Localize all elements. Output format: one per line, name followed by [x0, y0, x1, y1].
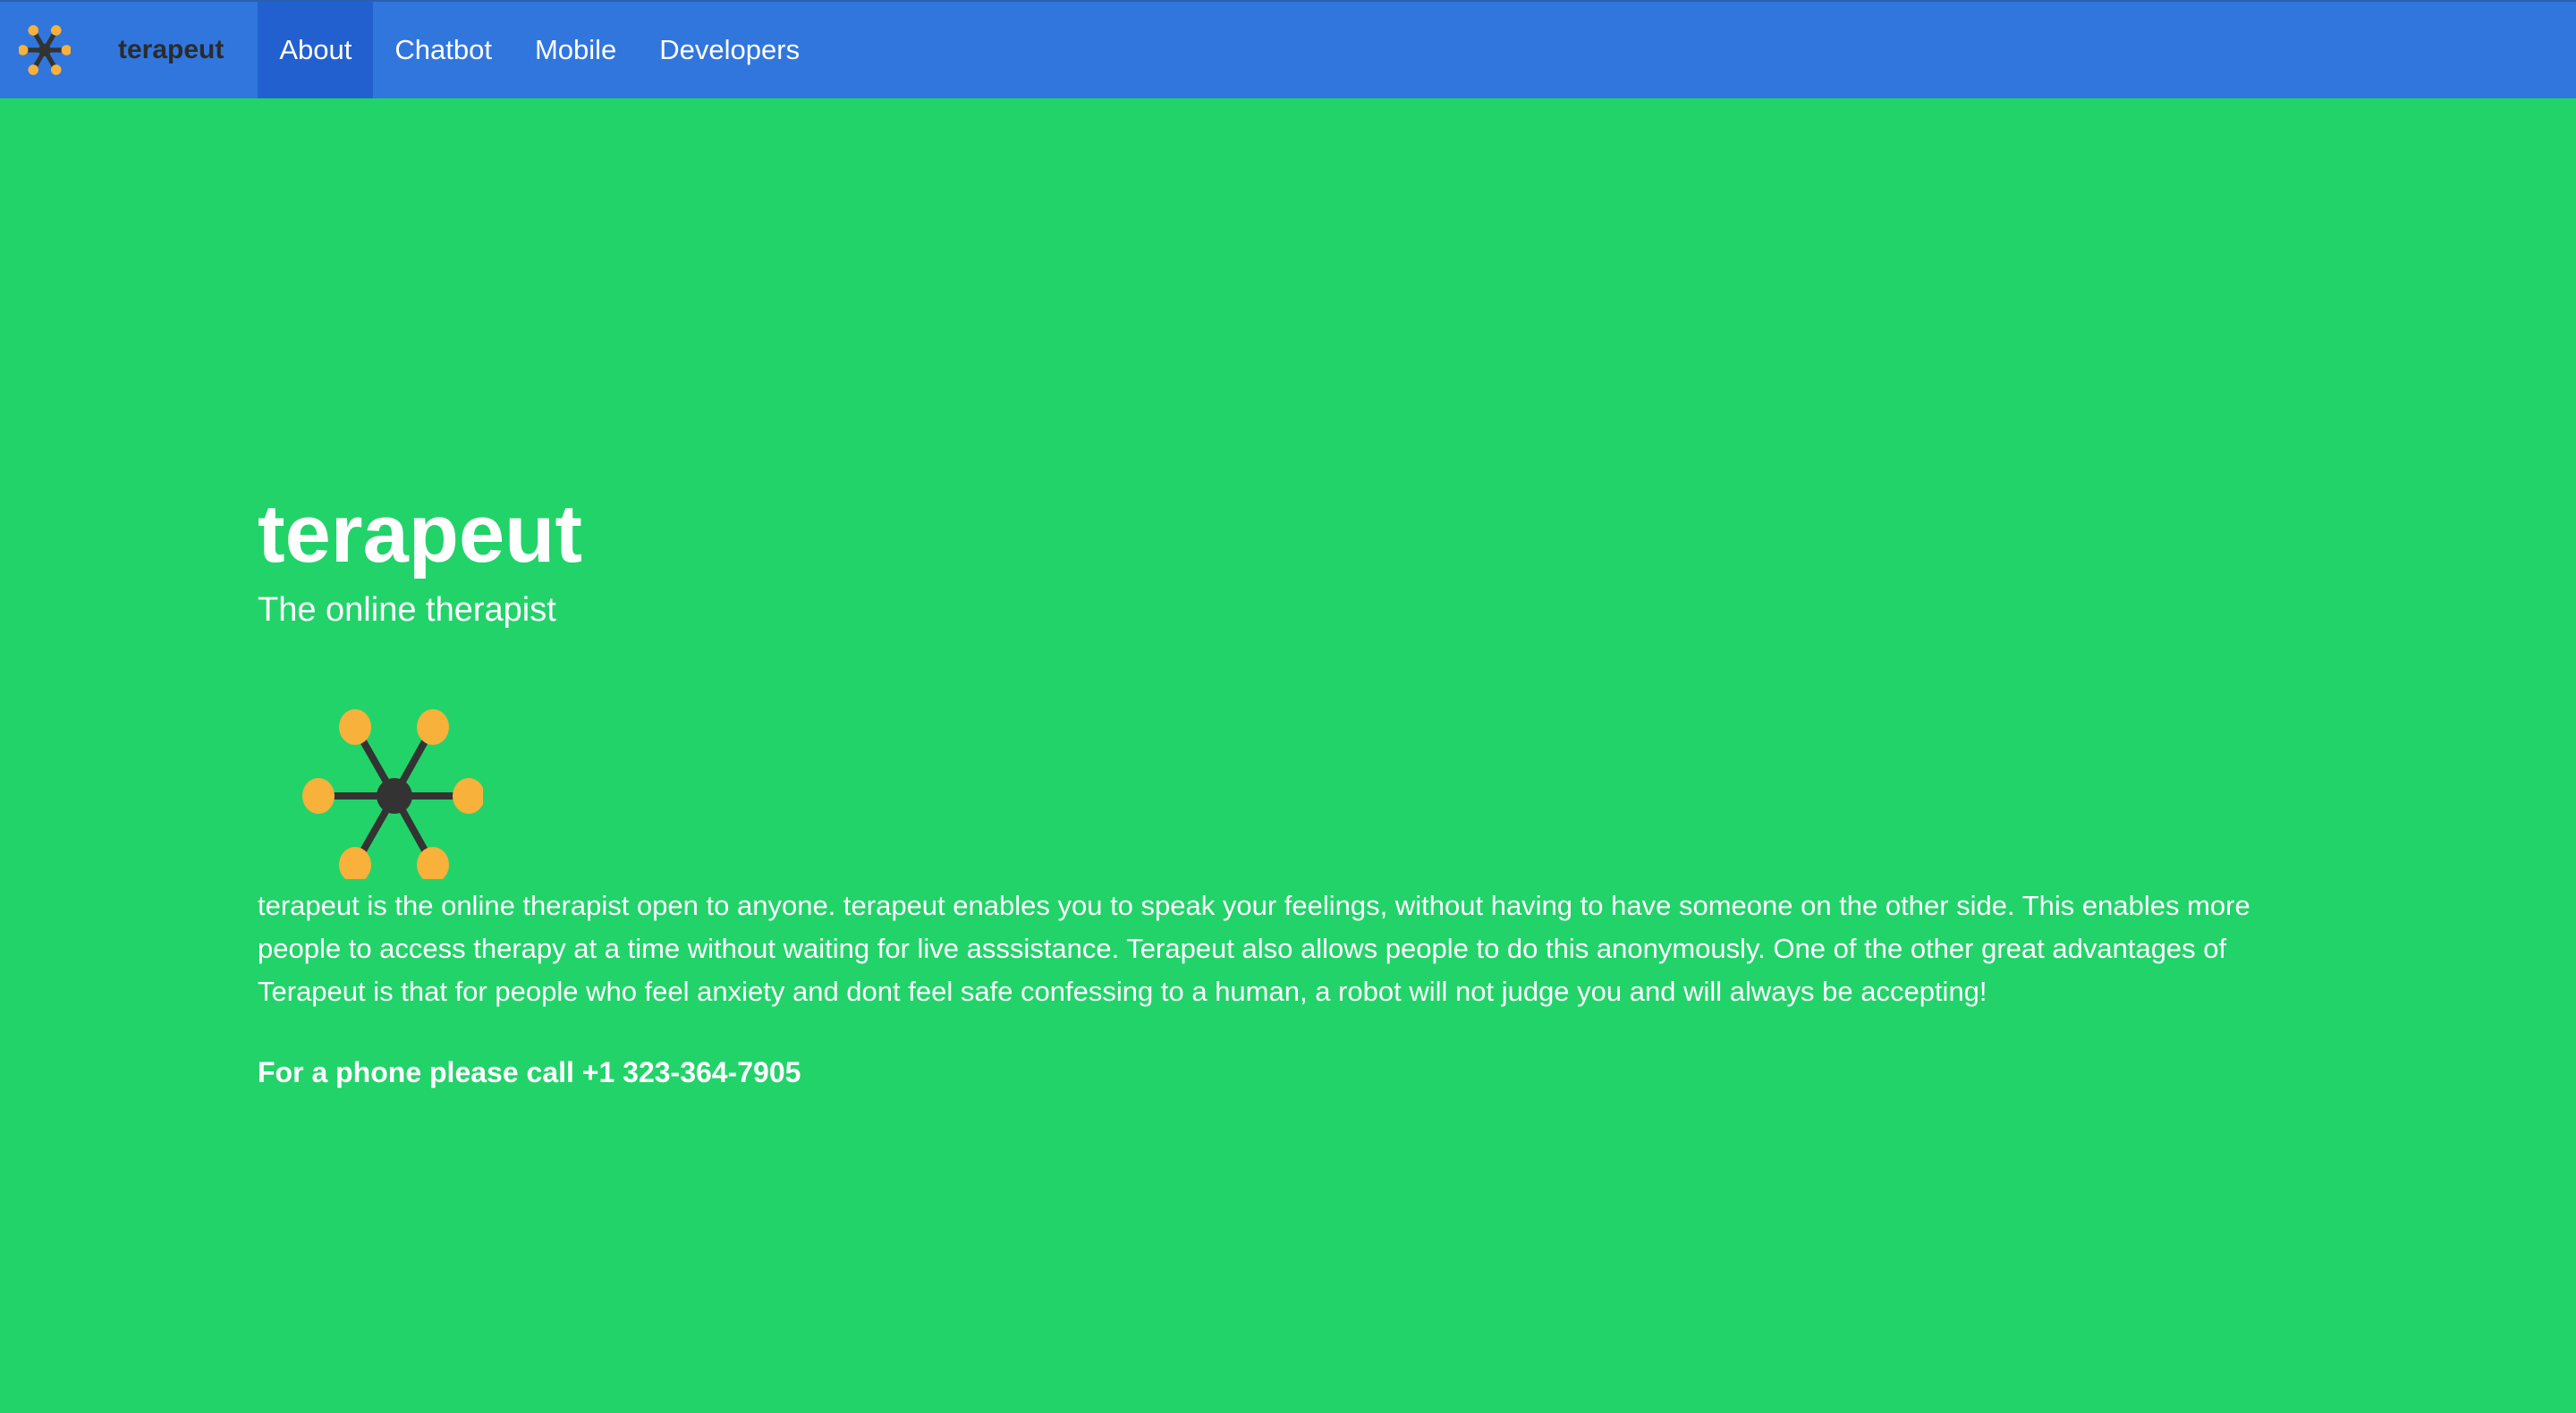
- page-subtitle: The online therapist: [258, 591, 556, 629]
- phone-contact: For a phone please call +1 323-364-7905: [258, 1056, 801, 1088]
- about-description: terapeut is the online therapist open to…: [258, 890, 2250, 1007]
- nav-item-about[interactable]: About: [258, 2, 374, 98]
- hero-section: terapeut The online therapist terapeut i…: [258, 483, 2315, 1094]
- nav-item-developers[interactable]: Developers: [638, 2, 821, 98]
- network-node-icon: [277, 673, 485, 883]
- brand-logo-icon[interactable]: [18, 23, 72, 77]
- nav-item-mobile[interactable]: Mobile: [513, 2, 638, 98]
- page-title: terapeut: [258, 488, 582, 580]
- nav-menu: About Chatbot Mobile Developers: [258, 2, 821, 98]
- brand-name[interactable]: terapeut: [118, 35, 224, 65]
- nav-item-chatbot[interactable]: Chatbot: [373, 2, 513, 98]
- top-navbar: terapeut About Chatbot Mobile Developers: [0, 0, 2576, 98]
